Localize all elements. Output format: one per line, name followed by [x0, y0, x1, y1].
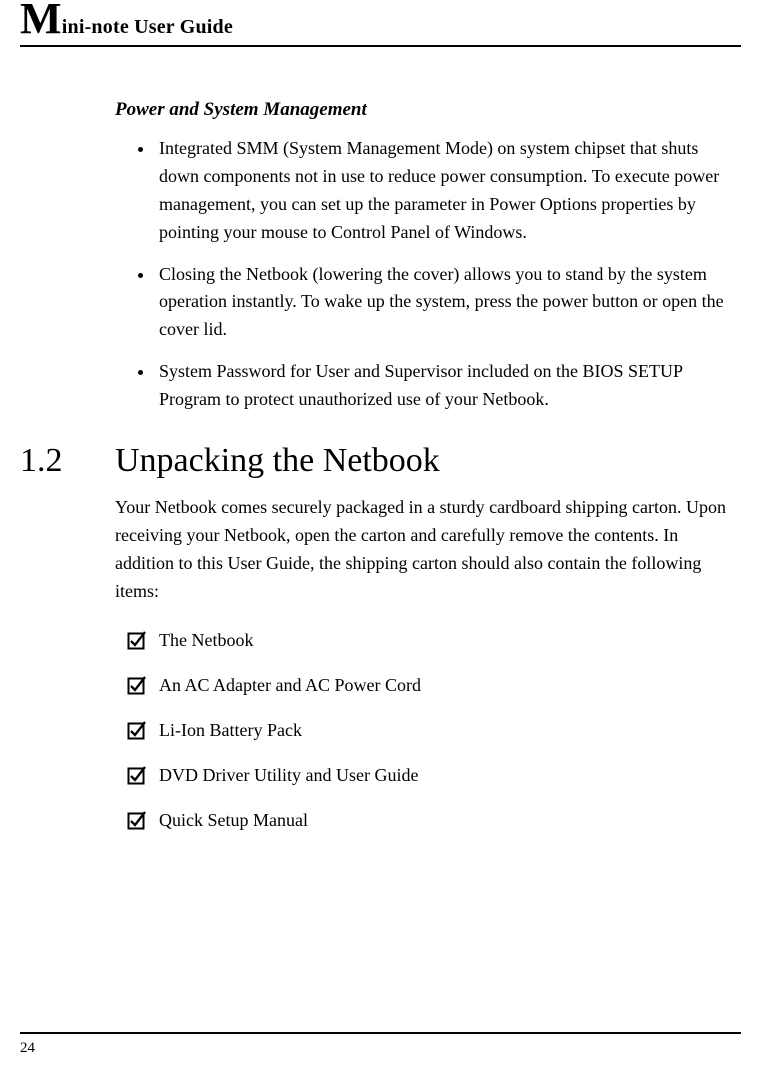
checkbox-checked-icon: [127, 675, 147, 695]
section-heading-row: 1.2 Unpacking the Netbook: [20, 442, 741, 480]
checklist-label: DVD Driver Utility and User Guide: [159, 765, 418, 786]
checklist-item: Quick Setup Manual: [127, 810, 741, 831]
page-header: Mini-note User Guide: [20, 0, 741, 47]
checkbox-checked-icon: [127, 810, 147, 830]
power-bullet-list: Integrated SMM (System Management Mode) …: [115, 135, 741, 414]
power-heading: Power and System Management: [115, 99, 741, 121]
checklist: The Netbook An AC Adapter and AC Power C…: [127, 630, 741, 831]
checklist-label: The Netbook: [159, 630, 253, 651]
header-title-big-letter: M: [20, 6, 62, 32]
content: Power and System Management Integrated S…: [115, 99, 741, 831]
checklist-item: The Netbook: [127, 630, 741, 651]
checkbox-checked-icon: [127, 765, 147, 785]
checkbox-checked-icon: [127, 630, 147, 650]
unpacking-intro: Your Netbook comes securely packaged in …: [115, 494, 741, 606]
power-bullet: Integrated SMM (System Management Mode) …: [155, 135, 741, 247]
section-number: 1.2: [20, 442, 115, 480]
checklist-label: Li-Ion Battery Pack: [159, 720, 302, 741]
power-bullet: Closing the Netbook (lowering the cover)…: [155, 261, 741, 345]
checkbox-checked-icon: [127, 720, 147, 740]
header-title-rest: ini-note User Guide: [62, 16, 233, 38]
header-rule: [20, 45, 741, 47]
power-bullet: System Password for User and Supervisor …: [155, 358, 741, 414]
checklist-item: Li-Ion Battery Pack: [127, 720, 741, 741]
footer-rule: [20, 1032, 741, 1034]
page: Mini-note User Guide Power and System Ma…: [0, 0, 761, 1079]
section-title: Unpacking the Netbook: [115, 442, 440, 480]
checklist-item: An AC Adapter and AC Power Cord: [127, 675, 741, 696]
checklist-label: An AC Adapter and AC Power Cord: [159, 675, 421, 696]
header-title: Mini-note User Guide: [20, 16, 233, 38]
checklist-item: DVD Driver Utility and User Guide: [127, 765, 741, 786]
page-footer: 24: [20, 1032, 741, 1057]
page-number: 24: [20, 1040, 741, 1057]
checklist-label: Quick Setup Manual: [159, 810, 308, 831]
